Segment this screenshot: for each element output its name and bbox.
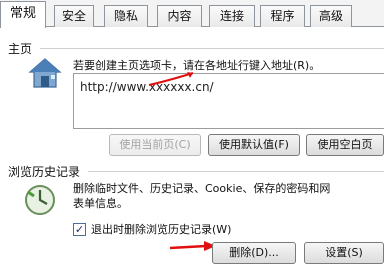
history-description: 删除临时文件、历史记录、Cookie、保存的密码和网 表单信息。 [73, 181, 384, 211]
delete-on-exit-checkbox[interactable]: ✓ [73, 222, 86, 236]
homepage-divider [40, 48, 384, 49]
red-annotation-arrow [148, 72, 194, 86]
tab-privacy[interactable]: 隐私 [104, 5, 148, 27]
history-section-label: 浏览历史记录 [8, 165, 81, 179]
house-icon [28, 58, 62, 88]
delete-history-button[interactable]: 删除(D)... [212, 242, 296, 264]
history-description-line2: 表单信息。 [73, 197, 128, 210]
use-default-button[interactable]: 使用默认值(F) [208, 134, 300, 156]
tab-bar: 常规 安全 隐私 内容 连接 程序 高级 [0, 0, 384, 28]
tab-content[interactable]: 内容 [157, 5, 202, 27]
use-current-page-button[interactable]: 使用当前页(C) [109, 134, 201, 156]
tab-programs[interactable]: 程序 [260, 5, 305, 27]
red-pointer-arrow-icon [169, 241, 216, 251]
history-description-line1: 删除临时文件、历史记录、Cookie、保存的密码和网 [73, 182, 331, 195]
tab-connections[interactable]: 连接 [209, 5, 255, 27]
history-divider [88, 171, 384, 172]
delete-on-exit-label: 退出时删除浏览历史记录(W) [91, 223, 232, 236]
homepage-url-textarea[interactable]: http://www.xxxxxx.cn/ [73, 73, 384, 129]
delete-on-exit-row[interactable]: ✓ 退出时删除浏览历史记录(W) [73, 221, 231, 237]
use-blank-button[interactable]: 使用空白页 [306, 134, 384, 156]
tab-advanced[interactable]: 高级 [310, 5, 352, 27]
history-clock-icon [25, 185, 55, 215]
homepage-section-label: 主页 [8, 42, 33, 56]
history-settings-button[interactable]: 设置(S) [304, 242, 384, 264]
tab-general[interactable]: 常规 [0, 1, 46, 28]
tab-security[interactable]: 安全 [54, 5, 94, 27]
